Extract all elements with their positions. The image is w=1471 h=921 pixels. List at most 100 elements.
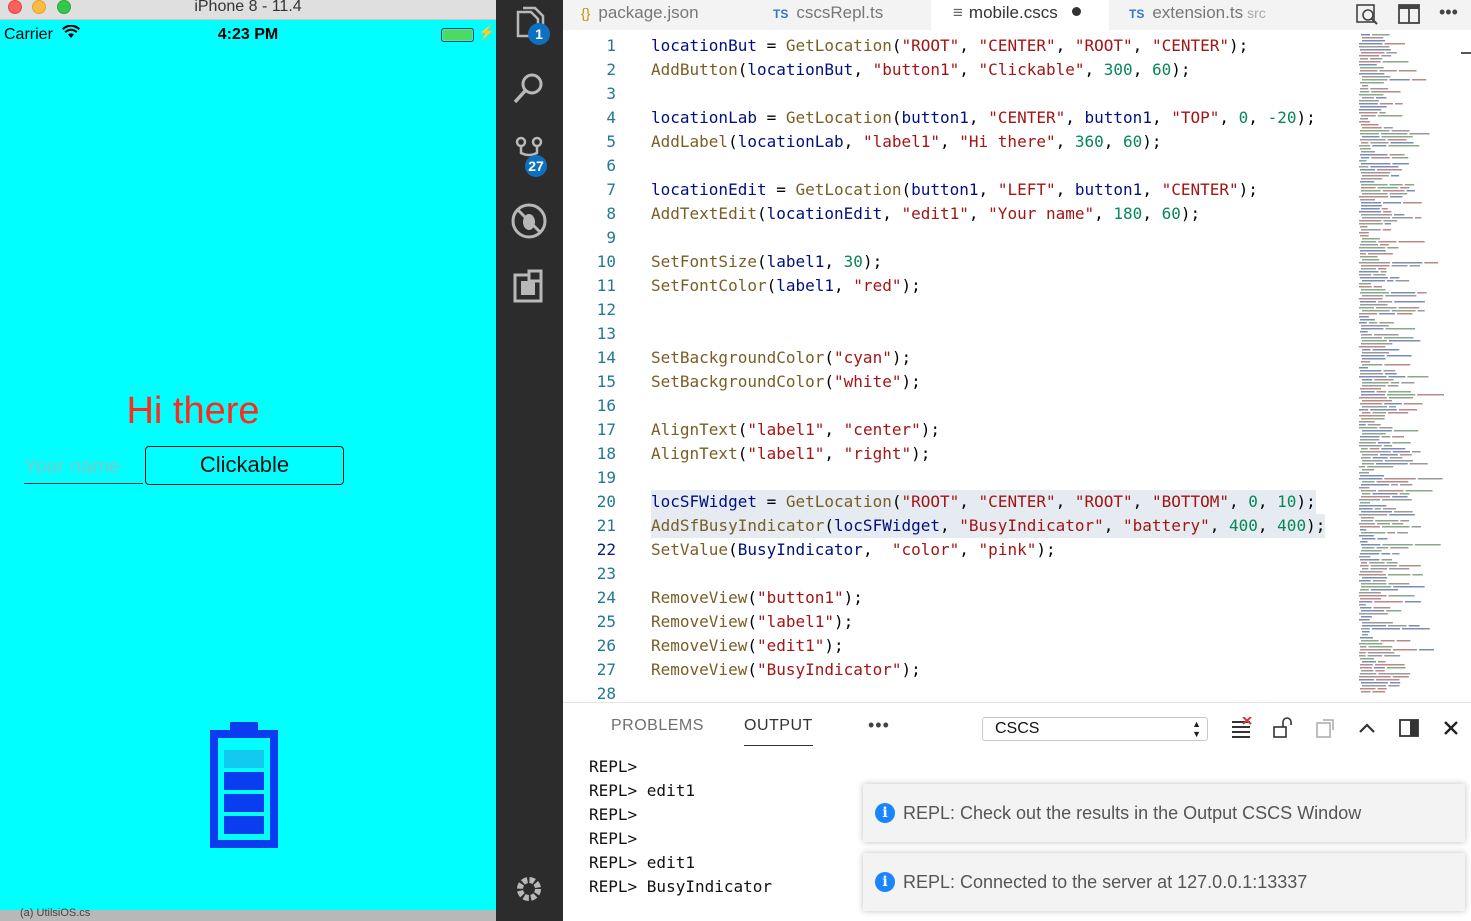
notification-toast[interactable]: i REPL: Connected to the server at 127.0… — [863, 853, 1465, 911]
minimap-line — [1371, 157, 1390, 159]
maximize-panel-icon[interactable] — [1356, 717, 1378, 739]
code-line[interactable]: 8 AddTextEdit(locationEdit, "edit1", "You… — [563, 202, 1353, 226]
minimap-line — [1409, 133, 1430, 135]
minimap-line — [1360, 169, 1375, 171]
minimap-line — [1359, 112, 1378, 114]
minimap-line — [1369, 562, 1385, 564]
tab-mobile-cscs[interactable]: ≡ mobile.cscs — [931, 0, 1109, 30]
code-line[interactable]: 21 AddSfBusyIndicator(locSFWidget, "BusyI… — [563, 514, 1353, 538]
code-line[interactable]: 5 AddLabel(locationLab, "label1", "Hi the… — [563, 130, 1353, 154]
minimap-line — [1402, 628, 1430, 630]
minimap-line — [1382, 61, 1409, 63]
minimap-line — [1409, 463, 1428, 465]
minimap-line — [1360, 370, 1382, 372]
code-line[interactable]: 27 RemoveView("BusyIndicator"); — [563, 658, 1353, 682]
code-line[interactable]: 4 locationLab = GetLocation(button1, "CEN… — [563, 106, 1353, 130]
code-line[interactable]: 17 AlignText("label1", "center"); — [563, 418, 1353, 442]
code-line[interactable]: 26 RemoveView("edit1"); — [563, 634, 1353, 658]
extensions-icon[interactable] — [509, 267, 549, 307]
minimap-line — [1387, 247, 1399, 249]
code-line[interactable]: 20 locSFWidget = GetLocation("ROOT", "CEN… — [563, 490, 1353, 514]
code-line[interactable]: 11 SetFontColor(label1, "red"); — [563, 274, 1353, 298]
code-line[interactable]: 23 — [563, 562, 1353, 586]
code-line[interactable]: 24 RemoveView("button1"); — [563, 586, 1353, 610]
code-line[interactable]: 18 AlignText("label1", "right"); — [563, 442, 1353, 466]
minimap-line — [1359, 283, 1371, 285]
code-line[interactable]: 28 — [563, 682, 1353, 702]
minimap-line — [1361, 142, 1369, 144]
tab-output[interactable]: OUTPUT — [744, 717, 813, 746]
code-line[interactable]: 15 SetBackgroundColor("white"); — [563, 370, 1353, 394]
minimap-line — [1359, 574, 1386, 576]
output-line: REPL> edit1 — [589, 781, 695, 800]
code-editor[interactable]: 1 locationBut = GetLocation("ROOT", "CENT… — [563, 30, 1471, 702]
minimap-line — [1359, 100, 1379, 102]
code-text: AlignText("label1", "right"); — [651, 444, 931, 463]
minimap-line — [1372, 691, 1386, 693]
minimap-line — [1391, 157, 1409, 159]
code-line[interactable]: 13 — [563, 322, 1353, 346]
code-line[interactable]: 2 AddButton(locationBut, "button1", "Clic… — [563, 58, 1353, 82]
code-line[interactable]: 7 locationEdit = GetLocation(button1, "LE… — [563, 178, 1353, 202]
minimap-line — [1387, 385, 1399, 387]
minimap-line — [1370, 166, 1399, 168]
close-panel-icon[interactable] — [1440, 717, 1462, 739]
gear-icon[interactable] — [509, 869, 549, 909]
toggle-panel-position-icon[interactable] — [1398, 717, 1420, 739]
minimap-line — [1377, 538, 1388, 540]
output-channel-select[interactable]: CSCS ▲ ▼ — [982, 717, 1208, 741]
clickable-button[interactable]: Clickable — [145, 446, 344, 485]
code-line[interactable]: 10 SetFontSize(label1, 30); — [563, 250, 1353, 274]
notification-message: REPL: Connected to the server at 127.0.0… — [903, 872, 1308, 892]
clear-output-icon[interactable] — [1230, 717, 1252, 739]
minimap-line — [1400, 187, 1410, 189]
minimap-line — [1397, 313, 1413, 315]
minimap-line — [1360, 250, 1386, 252]
minimap-line — [1360, 529, 1367, 531]
vertical-scrollbar[interactable] — [1461, 52, 1471, 54]
minimap[interactable] — [1353, 30, 1461, 702]
your-name-textedit[interactable] — [24, 452, 143, 484]
tab-cscsrepl-ts[interactable]: TS cscsRepl.ts — [753, 0, 931, 30]
minimap-line — [1391, 265, 1408, 267]
output-log[interactable]: REPL> REPL> edit1 REPL> REPL> REPL> edit… — [589, 755, 889, 899]
open-preview-icon[interactable] — [1354, 2, 1380, 26]
code-line[interactable]: 12 — [563, 298, 1353, 322]
split-editor-icon[interactable] — [1396, 2, 1422, 26]
code-line[interactable]: 19 — [563, 466, 1353, 490]
code-line[interactable]: 22 SetValue(BusyIndicator, "color", "pink… — [563, 538, 1353, 562]
tab-extension-ts[interactable]: TS extension.ts src — [1109, 0, 1325, 30]
code-line[interactable]: 1 locationBut = GetLocation("ROOT", "CENT… — [563, 34, 1353, 58]
minimap-line — [1359, 427, 1378, 429]
tab-problems[interactable]: PROBLEMS — [611, 717, 704, 735]
code-line[interactable]: 9 — [563, 226, 1353, 250]
minimap-line — [1359, 580, 1371, 582]
panel-more-icon[interactable]: ••• — [868, 715, 890, 736]
more-actions-icon[interactable]: ••• — [1439, 2, 1465, 26]
minimap-line — [1377, 187, 1399, 189]
status-time: 4:23 PM — [217, 26, 279, 43]
code-line[interactable]: 6 — [563, 154, 1353, 178]
minimap-line — [1389, 193, 1408, 195]
minimap-line — [1385, 373, 1397, 375]
minimap-line — [1368, 322, 1378, 324]
scroll-lock-icon[interactable] — [1272, 717, 1294, 739]
minimap-line — [1387, 139, 1407, 141]
line-number: 4 — [606, 108, 616, 127]
minimap-line — [1403, 202, 1422, 204]
minimap-line — [1380, 640, 1395, 642]
minimap-line — [1374, 334, 1399, 336]
open-log-file-icon[interactable] — [1314, 717, 1336, 739]
minimap-line — [1361, 496, 1391, 498]
code-line[interactable]: 25 RemoveView("label1"); — [563, 610, 1353, 634]
minimap-line — [1362, 469, 1375, 471]
code-line[interactable]: 14 SetBackgroundColor("cyan"); — [563, 346, 1353, 370]
code-line[interactable]: 16 — [563, 394, 1353, 418]
tab-package-json[interactable]: {} package.json — [563, 0, 753, 30]
code-line[interactable]: 3 — [563, 82, 1353, 106]
debug-icon[interactable] — [509, 201, 549, 241]
notification-toast[interactable]: i REPL: Check out the results in the Out… — [863, 784, 1465, 842]
minimap-line — [1389, 568, 1410, 570]
search-icon[interactable] — [509, 68, 549, 108]
hi-there-label: Hi there — [126, 390, 260, 432]
